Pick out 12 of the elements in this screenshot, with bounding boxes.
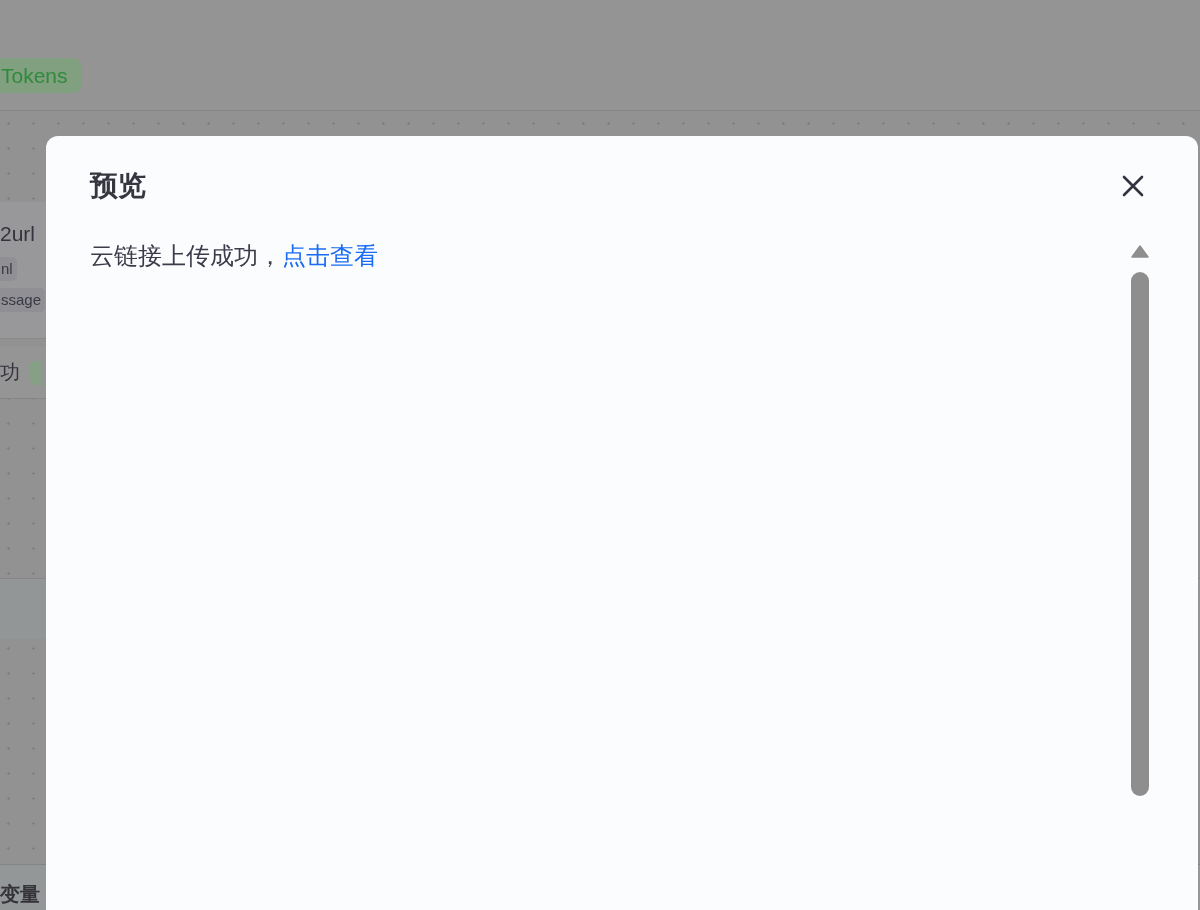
panel-label: 变量	[0, 882, 40, 907]
view-link[interactable]: 点击查看	[282, 242, 378, 269]
upload-message: 云链接上传成功，点击查看	[90, 241, 378, 271]
node-title: 2url	[0, 221, 37, 247]
close-button[interactable]	[1122, 175, 1144, 197]
close-icon	[1122, 175, 1144, 197]
dialog-title: 预览	[90, 169, 146, 203]
scroll-up-arrow-icon[interactable]	[1131, 245, 1149, 258]
tokens-tag: Tokens	[0, 58, 82, 93]
field-tag: ssage	[0, 288, 46, 312]
status-label: 功	[0, 360, 20, 385]
field-tag: nl	[0, 257, 17, 281]
